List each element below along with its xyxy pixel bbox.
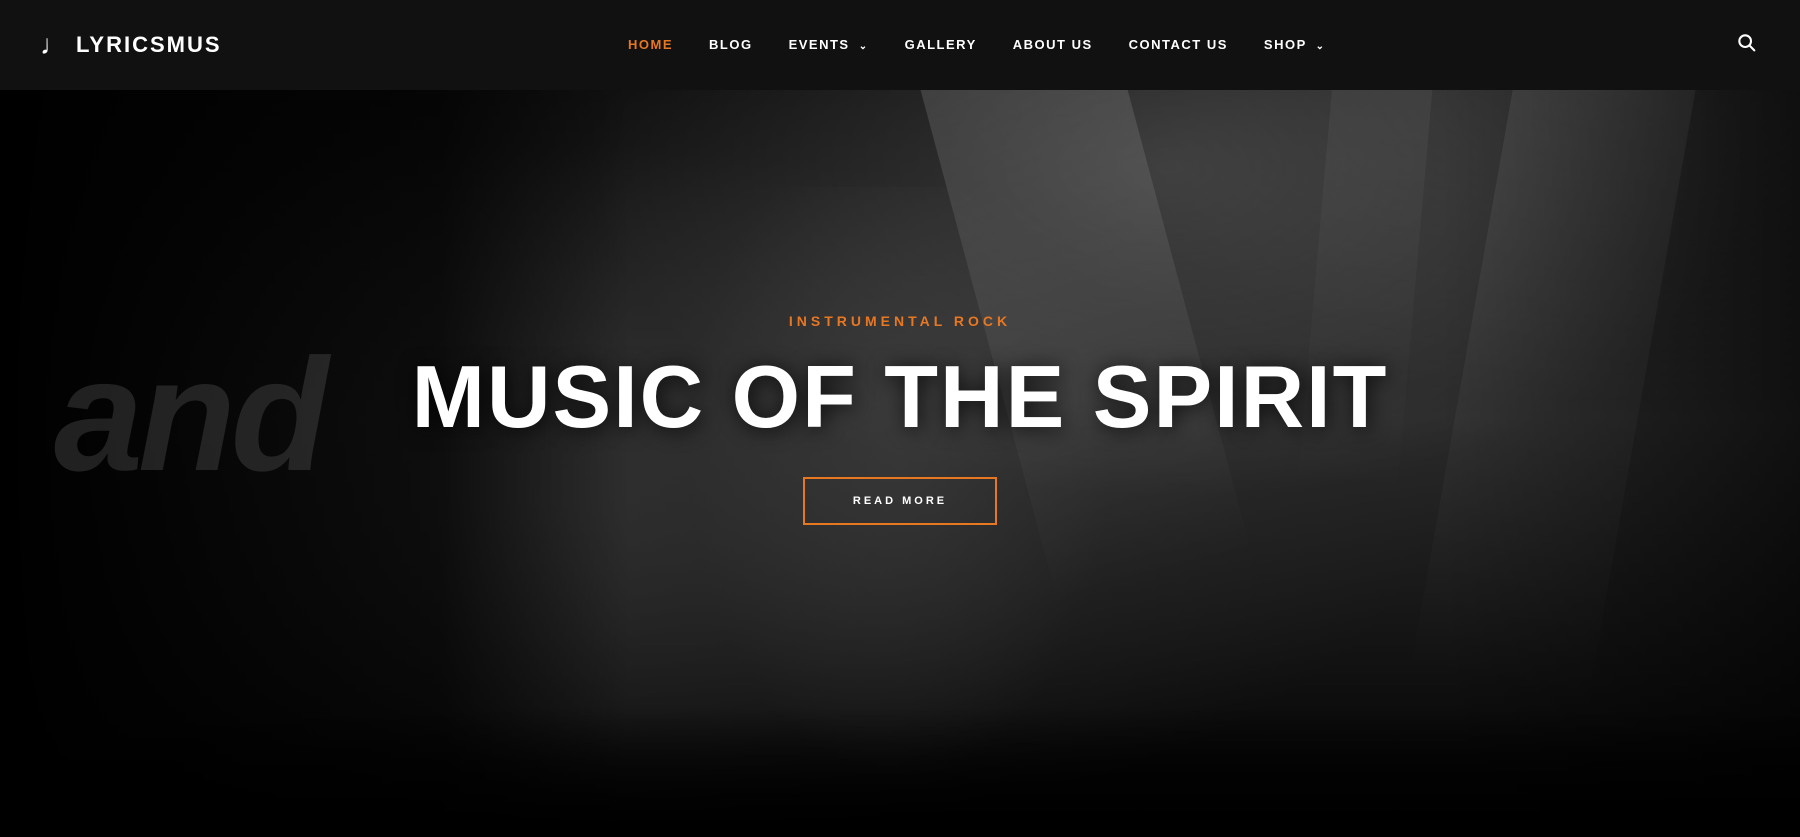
nav-item-blog[interactable]: BLOG [709, 36, 753, 54]
nav-item-gallery[interactable]: GALLERY [905, 36, 977, 54]
hero-section: and INSTRUMENTAL ROCK MUSIC OF THE SPIRI… [0, 0, 1800, 837]
nav-link-shop[interactable]: SHOP ⌄ [1264, 37, 1326, 52]
nav-link-events[interactable]: EVENTS ⌄ [789, 37, 869, 52]
nav-item-about[interactable]: ABOUT US [1013, 36, 1093, 54]
navbar: ♩ LYRICSMUS HOME BLOG EVENTS ⌄ GALLERY A… [0, 0, 1800, 90]
brand-name: LYRICSMUS [76, 32, 222, 58]
search-button[interactable] [1732, 28, 1760, 62]
nav-item-events[interactable]: EVENTS ⌄ [789, 36, 869, 54]
logo[interactable]: ♩ LYRICSMUS [40, 31, 222, 59]
hero-title: MUSIC OF THE SPIRIT [412, 353, 1389, 441]
nav-item-home[interactable]: HOME [628, 36, 673, 54]
nav-link-blog[interactable]: BLOG [709, 37, 753, 52]
hero-genre-label: INSTRUMENTAL ROCK [789, 313, 1011, 329]
nav-link-contact[interactable]: CONTACT US [1129, 37, 1228, 52]
hero-content: INSTRUMENTAL ROCK MUSIC OF THE SPIRIT RE… [412, 313, 1389, 525]
nav-item-shop[interactable]: SHOP ⌄ [1264, 36, 1326, 54]
chevron-down-icon: ⌄ [1316, 41, 1326, 52]
nav-link-about[interactable]: ABOUT US [1013, 37, 1093, 52]
nav-menu: HOME BLOG EVENTS ⌄ GALLERY ABOUT US CONT… [628, 36, 1326, 54]
chevron-down-icon: ⌄ [859, 41, 869, 52]
nav-link-home[interactable]: HOME [628, 37, 673, 52]
background-text-overlay: and [54, 335, 323, 495]
nav-item-contact[interactable]: CONTACT US [1129, 36, 1228, 54]
hero-cta-button[interactable]: READ MORE [803, 477, 997, 525]
music-note-icon: ♩ [40, 31, 68, 59]
search-icon [1736, 32, 1756, 52]
nav-link-gallery[interactable]: GALLERY [905, 37, 977, 52]
